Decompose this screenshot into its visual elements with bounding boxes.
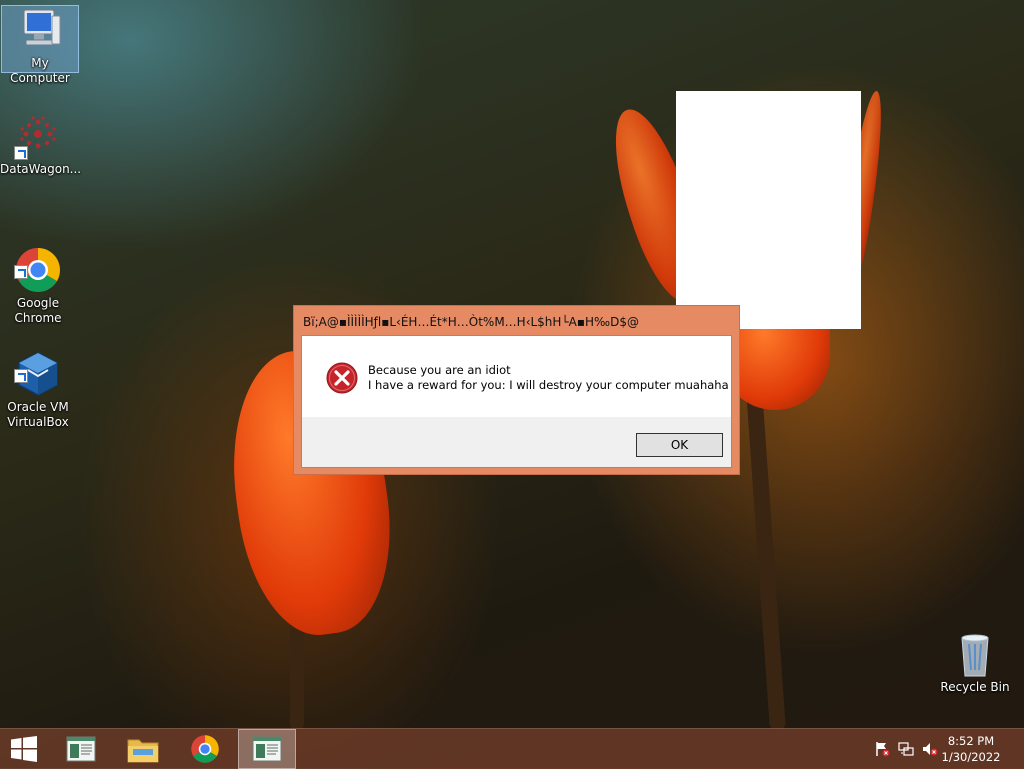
blank-window[interactable] — [676, 91, 861, 329]
error-dialog[interactable]: Bï;A@▪ÌÌÌÌÌHƒl▪L‹ÉH…Ét*H…Òt%M…H‹L$hH└A▪H… — [293, 305, 740, 475]
dialog-message-line2: I have a reward for you: I will destroy … — [368, 378, 729, 392]
chrome-icon — [191, 735, 219, 763]
desktop-icon-label: My Computer — [10, 56, 70, 85]
taskbar-item-chrome[interactable] — [176, 729, 234, 769]
desktop-icon-label: Recycle Bin — [940, 680, 1010, 694]
desktop-icon-datawagon[interactable]: DataWagon... — [0, 112, 82, 177]
taskbar-item-app-window-active[interactable] — [238, 729, 296, 769]
dialog-message: Because you are an idiot I have a reward… — [368, 363, 729, 393]
dialog-client-area: Because you are an idiot I have a reward… — [301, 335, 732, 468]
datawagon-logo-icon — [14, 112, 62, 160]
desktop-icon-recycle-bin[interactable]: Recycle Bin — [937, 630, 1013, 695]
shortcut-arrow-icon — [14, 146, 28, 160]
start-icon — [11, 736, 37, 762]
shortcut-arrow-icon — [14, 369, 28, 383]
app-window-icon — [66, 736, 96, 762]
start-button[interactable] — [0, 729, 48, 769]
clock-date: 1/30/2022 — [941, 750, 1001, 764]
recycle-bin-icon — [951, 630, 999, 678]
desktop-icon-virtualbox[interactable]: Oracle VM VirtualBox — [0, 320, 76, 445]
taskbar-item-app-window[interactable] — [52, 729, 110, 769]
error-icon — [326, 362, 358, 394]
clock[interactable]: 8:52 PM 1/30/2022 — [936, 733, 1006, 765]
clock-time: 8:52 PM — [947, 734, 995, 748]
dialog-message-line1: Because you are an idiot — [368, 363, 511, 377]
computer-icon — [16, 6, 64, 54]
shortcut-arrow-icon — [14, 265, 28, 279]
chrome-icon — [14, 231, 62, 292]
file-explorer-icon — [127, 739, 159, 763]
dialog-title[interactable]: Bï;A@▪ÌÌÌÌÌHƒl▪L‹ÉH…Ét*H…Òt%M…H‹L$hH└A▪H… — [303, 312, 639, 332]
desktop-icon-my-computer[interactable]: My Computer — [1, 5, 79, 85]
app-window-icon — [252, 736, 282, 762]
taskbar-item-file-explorer[interactable] — [114, 729, 172, 769]
action-center-flag-icon[interactable] — [874, 741, 890, 757]
desktop-icon-label: Oracle VM VirtualBox — [7, 400, 69, 429]
network-icon[interactable] — [898, 741, 914, 757]
virtualbox-icon — [14, 335, 62, 396]
desktop-icon-label: DataWagon... — [0, 162, 82, 176]
taskbar: 8:52 PM 1/30/2022 — [0, 728, 1024, 769]
ok-button[interactable]: OK — [636, 433, 723, 457]
